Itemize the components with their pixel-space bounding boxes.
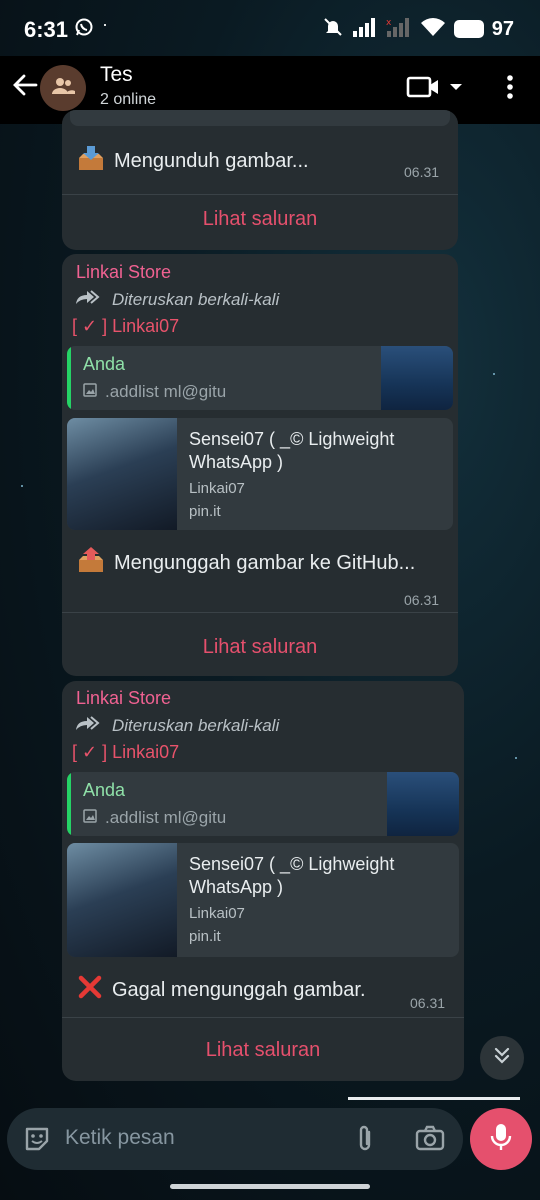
- message-time: 06.31: [404, 592, 440, 608]
- verified-tag: [ ✓ ] Linkai07: [72, 742, 180, 762]
- group-icon: [51, 77, 75, 100]
- quote-text: .addlist ml@gitu: [105, 382, 227, 401]
- message-input[interactable]: Ketik pesan: [65, 1126, 175, 1150]
- inbox-tray-icon: [76, 144, 106, 178]
- link-domain: pin.it: [189, 928, 221, 945]
- battery-level: 97: [491, 17, 514, 40]
- wallpaper-star: [493, 373, 495, 375]
- microphone-icon: [490, 1122, 512, 1157]
- divider: [62, 1017, 464, 1018]
- verified-tag: [ ✓ ] Linkai07: [72, 316, 180, 336]
- forwarded-many-icon: [74, 714, 102, 737]
- link-description: Linkai07: [189, 480, 245, 497]
- forwarded-many-icon: [74, 288, 102, 311]
- message-bubble[interactable]: Mengunduh gambar... 06.31 Lihat saluran: [62, 110, 458, 250]
- video-call-icon[interactable]: [406, 74, 464, 105]
- message-input-bar[interactable]: Ketik pesan: [7, 1108, 463, 1170]
- signal-icon: [352, 17, 378, 42]
- sender-name[interactable]: Linkai Store: [76, 262, 171, 283]
- cross-mark-icon: [76, 973, 104, 1007]
- quoted-message[interactable]: Anda .addlist ml@gitu: [67, 772, 459, 836]
- wallpaper-star: [21, 485, 23, 487]
- link-title: Sensei07 ( _© Lighweight WhatsApp ): [189, 429, 395, 472]
- more-options-icon[interactable]: [500, 72, 520, 107]
- quote-author: Anda: [83, 354, 126, 374]
- message-time: 06.31: [410, 995, 446, 1011]
- paperclip-icon[interactable]: [353, 1124, 377, 1159]
- link-preview[interactable]: Sensei07 ( _© Lighweight WhatsApp ) Link…: [67, 418, 453, 530]
- link-preview[interactable]: Sensei07 ( _© Lighweight WhatsApp ) Link…: [67, 843, 459, 957]
- sender-name[interactable]: Linkai Store: [76, 688, 171, 709]
- svg-text:x: x: [386, 18, 392, 28]
- forwarded-label: Diteruskan berkali-kali: [112, 715, 280, 735]
- link-preview-image: [67, 843, 177, 957]
- message-time: 06.31: [404, 164, 440, 180]
- home-indicator[interactable]: [170, 1184, 370, 1189]
- divider: [62, 612, 458, 613]
- back-arrow-icon[interactable]: [10, 70, 40, 100]
- view-channel-button[interactable]: Lihat saluran: [62, 636, 458, 659]
- notification-dot: ·: [102, 14, 108, 34]
- group-avatar[interactable]: [40, 65, 86, 111]
- status-bar: 6:31 · x 97: [0, 0, 540, 56]
- chat-title[interactable]: Tes: [100, 63, 133, 87]
- link-description: Linkai07: [189, 905, 245, 922]
- quote-thumbnail: [387, 772, 459, 836]
- wallpaper-star: [515, 757, 517, 759]
- link-domain: pin.it: [189, 503, 221, 520]
- quote-text: .addlist ml@gitu: [105, 808, 227, 827]
- message-bubble[interactable]: Linkai Store Diteruskan berkali-kali [ ✓…: [62, 254, 458, 676]
- link-title: Sensei07 ( _© Lighweight WhatsApp ): [189, 854, 395, 897]
- battery-icon: [453, 20, 484, 38]
- message-bubble[interactable]: Linkai Store Diteruskan berkali-kali [ ✓…: [62, 681, 464, 1081]
- image-icon: [83, 382, 97, 402]
- link-preview-remnant: [70, 110, 450, 126]
- view-channel-button[interactable]: Lihat saluran: [62, 1039, 464, 1062]
- chat-subtitle: 2 online: [100, 91, 157, 108]
- quoted-message[interactable]: Anda .addlist ml@gitu: [67, 346, 453, 410]
- message-text: Mengunduh gambar...: [114, 149, 309, 172]
- double-chevron-down-icon: [492, 1046, 512, 1071]
- wifi-icon: [420, 17, 446, 42]
- quote-author: Anda: [83, 780, 126, 800]
- quote-bar: [67, 772, 71, 836]
- quote-thumbnail: [381, 346, 453, 410]
- signal-nosim-icon: x: [386, 17, 412, 42]
- image-icon: [83, 808, 97, 828]
- message-text: Mengunggah gambar ke GitHub...: [114, 551, 416, 574]
- divider: [62, 194, 458, 195]
- scroll-to-bottom-button[interactable]: [480, 1036, 524, 1080]
- message-text: Gagal mengunggah gambar.: [112, 978, 366, 1001]
- progress-line: [348, 1097, 520, 1100]
- outbox-tray-icon: [76, 546, 106, 580]
- forwarded-label: Diteruskan berkali-kali: [112, 289, 280, 309]
- sticker-emoji-icon[interactable]: [23, 1125, 51, 1158]
- whatsapp-notification-icon: [74, 17, 94, 42]
- clock: 6:31: [24, 17, 69, 42]
- view-channel-button[interactable]: Lihat saluran: [62, 208, 458, 231]
- link-preview-image: [67, 418, 177, 530]
- mute-bell-icon: [322, 16, 344, 43]
- voice-message-button[interactable]: [470, 1108, 532, 1170]
- camera-icon[interactable]: [415, 1125, 445, 1156]
- quote-bar: [67, 346, 71, 410]
